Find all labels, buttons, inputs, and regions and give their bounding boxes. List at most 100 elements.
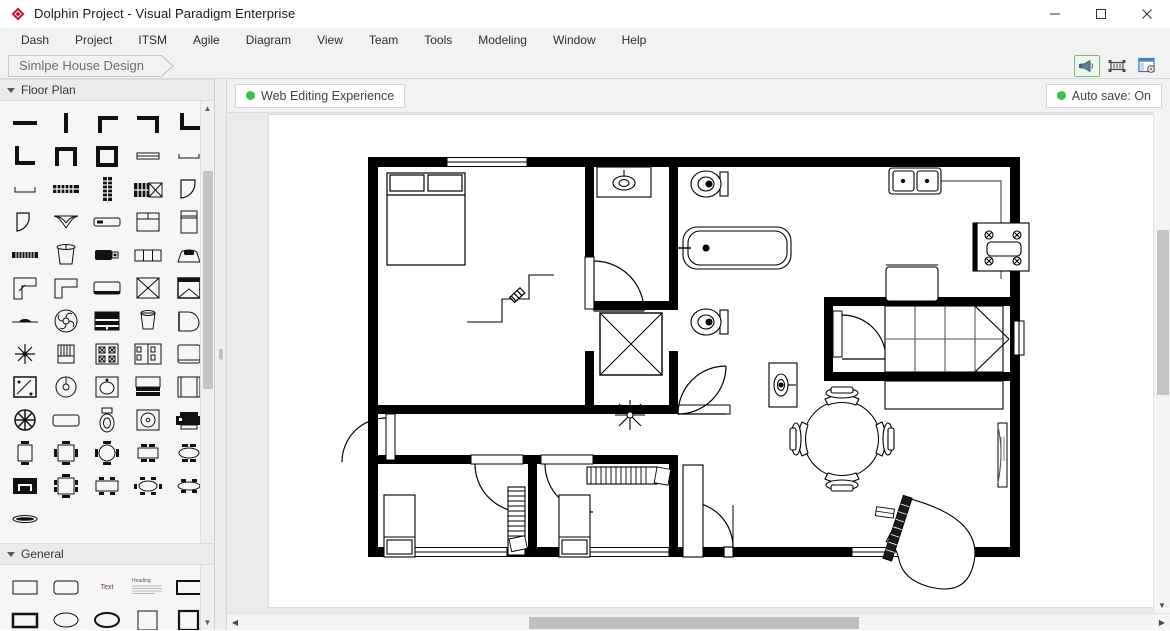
palette-shape-radiator[interactable] — [4, 239, 45, 271]
menu-item-team[interactable]: Team — [356, 29, 411, 51]
palette-shape-floor-lamp[interactable] — [45, 239, 86, 271]
palette-shape-rounded-rectangle[interactable] — [45, 571, 86, 603]
announcement-icon[interactable] — [1074, 54, 1100, 77]
palette-shape-square-crossed[interactable] — [128, 272, 169, 304]
vertical-scroll-thumb[interactable] — [1157, 230, 1169, 395]
menu-item-diagram[interactable]: Diagram — [233, 29, 304, 51]
palette-shape-rectangle[interactable] — [4, 571, 45, 603]
palette-shape-curtain[interactable] — [45, 206, 86, 238]
menu-item-modeling[interactable]: Modeling — [465, 29, 540, 51]
palette-section-general[interactable]: General — [0, 543, 214, 565]
palette-shape-opening[interactable] — [4, 173, 45, 205]
palette-scroll-up-icon[interactable]: ▲ — [201, 101, 214, 116]
fit-to-size-icon[interactable] — [1104, 55, 1130, 77]
menu-item-itsm[interactable]: ITSM — [125, 29, 180, 51]
palette-shape-projector[interactable] — [86, 239, 127, 271]
web-editing-badge[interactable]: Web Editing Experience — [235, 83, 406, 108]
menu-item-dash[interactable]: Dash — [8, 29, 62, 51]
palette-section-title: Floor Plan — [21, 83, 76, 97]
palette-shape-sink-round[interactable] — [45, 371, 86, 403]
palette-shape-tv-stand[interactable] — [86, 272, 127, 304]
palette-shape-ellipse-bold[interactable] — [86, 604, 127, 630]
palette-shape-l-counter[interactable] — [45, 272, 86, 304]
menu-item-help[interactable]: Help — [609, 29, 660, 51]
palette-shape-washing-machine[interactable] — [128, 404, 169, 436]
palette-shape-desk-chair[interactable] — [4, 470, 45, 502]
palette-shape-text[interactable]: Text — [86, 571, 127, 603]
palette-section-floor-plan[interactable]: Floor Plan — [0, 79, 214, 101]
diagram-page[interactable] — [269, 115, 1153, 607]
palette-shape-table-rect-six[interactable] — [86, 470, 127, 502]
palette-shape-ceiling-fan[interactable] — [45, 305, 86, 337]
palette-shape-bench[interactable] — [86, 206, 127, 238]
palette-shape-rug-runner[interactable] — [4, 305, 45, 337]
palette-shape-table-small[interactable] — [45, 404, 86, 436]
palette-shape-rectangle-filled[interactable] — [4, 604, 45, 630]
palette-shape-cabinet-double[interactable] — [128, 206, 169, 238]
palette-shape-corner-counter[interactable] — [4, 272, 45, 304]
palette-shape-heading[interactable]: Heading — [128, 571, 169, 603]
palette-shape-double-wardrobe[interactable] — [128, 338, 169, 370]
palette-shape-stair-straight[interactable] — [45, 173, 86, 205]
window-settings-icon[interactable] — [1134, 55, 1160, 77]
maximize-button[interactable] — [1078, 0, 1124, 28]
palette-shape-table-rect-four[interactable] — [128, 437, 169, 469]
palette-shape-dresser[interactable] — [86, 305, 127, 337]
palette-shape-table-four-chairs[interactable] — [45, 437, 86, 469]
palette-floor-plan-body: ▲ — [0, 101, 214, 543]
menu-item-window[interactable]: Window — [540, 29, 609, 51]
palette-shape-table-one-chair[interactable] — [4, 437, 45, 469]
palette-scroll-thumb[interactable] — [203, 171, 213, 389]
menu-item-agile[interactable]: Agile — [180, 29, 233, 51]
palette-shape-plant-flower[interactable] — [4, 338, 45, 370]
palette-shape-wall-horizontal[interactable] — [4, 107, 45, 139]
palette-shape-wall-corner-tr[interactable] — [128, 107, 169, 139]
palette-shape-wall-corner-bl[interactable] — [4, 140, 45, 172]
palette-shape-door-quarter[interactable] — [4, 206, 45, 238]
canvas-viewport[interactable] — [227, 112, 1153, 613]
palette-shape-rug-oval[interactable] — [4, 503, 45, 535]
scroll-left-icon[interactable]: ◀ — [227, 614, 243, 631]
autosave-badge[interactable]: Auto save: On — [1045, 83, 1162, 108]
palette-general-scrollbar[interactable]: ▼ — [200, 565, 214, 630]
palette-shape-wall-u[interactable] — [45, 140, 86, 172]
palette-shape-wall-corner-tl[interactable] — [86, 107, 127, 139]
palette-shape-fan-circle[interactable] — [4, 404, 45, 436]
palette-shape-stair-narrow[interactable] — [86, 173, 127, 205]
palette-shape-sideboard[interactable] — [128, 239, 169, 271]
menu-item-view[interactable]: View — [304, 29, 356, 51]
close-button[interactable] — [1124, 0, 1170, 28]
breadcrumb-item-diagram[interactable]: Simlpe House Design — [8, 54, 175, 77]
menu-item-project[interactable]: Project — [62, 29, 125, 51]
palette-shape-square[interactable] — [128, 604, 169, 630]
palette-scrollbar[interactable]: ▲ — [200, 101, 214, 543]
palette-shape-round-stool[interactable] — [128, 305, 169, 337]
palette-shape-stove-four-burner[interactable] — [86, 338, 127, 370]
palette-shape-sofa-front[interactable] — [45, 338, 86, 370]
palette-shape-wall-room[interactable] — [86, 140, 127, 172]
panel-splitter[interactable]: || — [215, 79, 227, 630]
minimize-button[interactable] — [1032, 0, 1078, 28]
palette-shape-sink-square[interactable] — [86, 371, 127, 403]
canvas-horizontal-scrollbar[interactable]: ◀ ▶ — [227, 613, 1170, 630]
scroll-down-icon[interactable]: ▼ — [1154, 597, 1170, 613]
horizontal-scroll-thumb[interactable] — [529, 617, 859, 629]
palette-shape-table-round-six[interactable] — [128, 470, 169, 502]
scroll-right-icon[interactable]: ▶ — [1154, 614, 1170, 631]
palette-shape-cooker-hood[interactable] — [128, 371, 169, 403]
palette-scroll-down-icon[interactable]: ▼ — [201, 615, 214, 630]
palette-shape-table-round-four[interactable] — [86, 437, 127, 469]
canvas-vertical-scrollbar[interactable]: ▼ — [1153, 112, 1170, 613]
window-openings — [411, 157, 948, 557]
palette-shape-stair-landing[interactable] — [128, 173, 169, 205]
palette-shape-table-six-chairs[interactable] — [45, 470, 86, 502]
palette-shape-window-double[interactable] — [128, 140, 169, 172]
palette-shape-ellipse[interactable] — [45, 604, 86, 630]
canvas-scroll-row: ▼ — [227, 112, 1170, 613]
web-editing-label: Web Editing Experience — [261, 88, 395, 103]
menu-item-tools[interactable]: Tools — [411, 29, 465, 51]
palette-shape-wall-vertical[interactable] — [45, 107, 86, 139]
palette-shape-toilet[interactable] — [86, 404, 127, 436]
status-dot-icon — [1056, 91, 1066, 100]
palette-shape-shower-square[interactable] — [4, 371, 45, 403]
